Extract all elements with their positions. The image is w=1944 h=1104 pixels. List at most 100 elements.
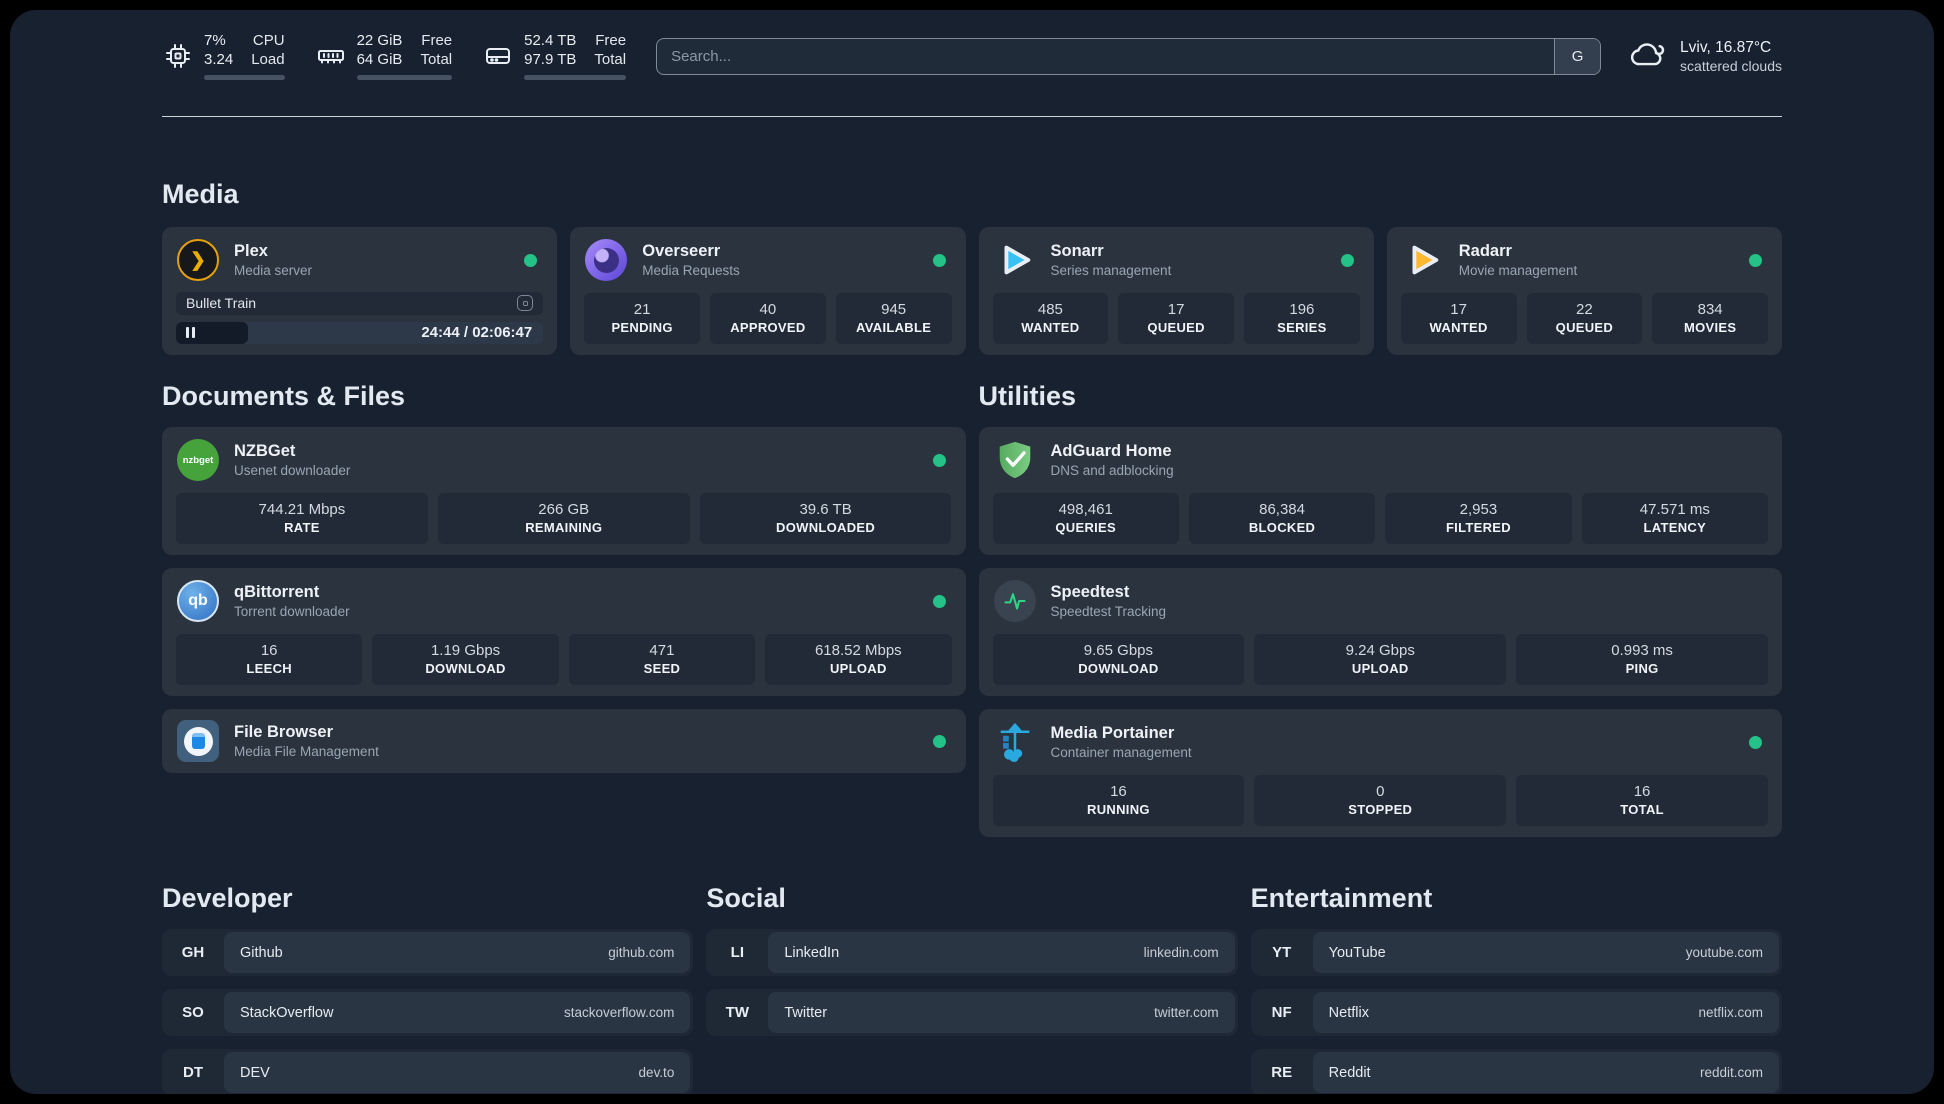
app-desc-qbittorrent: Torrent downloader xyxy=(234,604,350,619)
app-card-nzbget[interactable]: nzbget NZBGet Usenet downloader 744.21 M… xyxy=(162,427,966,555)
disk-icon xyxy=(482,40,514,72)
bookmark-url: github.com xyxy=(608,945,675,960)
overseerr-icon xyxy=(585,239,628,281)
stat-upload: 618.52 Mbps UPLOAD xyxy=(765,634,952,685)
bookmark-youtube[interactable]: YT YouTube youtube.com xyxy=(1250,929,1782,976)
bookmark-twitter[interactable]: TW Twitter twitter.com xyxy=(706,989,1238,1036)
app-card-filebrowser[interactable]: File Browser Media File Management xyxy=(162,709,966,773)
search-input[interactable] xyxy=(657,47,1555,65)
stat-wanted: 485 WANTED xyxy=(992,293,1109,344)
ram-icon xyxy=(315,40,347,72)
stat-queued: 17 QUEUED xyxy=(1118,293,1234,344)
bookmark-linkedin[interactable]: LI LinkedIn linkedin.com xyxy=(706,929,1238,976)
playback-progress: 24:44 / 02:06:47 xyxy=(176,321,544,344)
app-card-portainer[interactable]: Media Portainer Container management 16 R… xyxy=(978,709,1782,837)
bookmark-url: dev.to xyxy=(638,1065,675,1080)
status-dot xyxy=(932,453,946,467)
app-card-speedtest[interactable]: Speedtest Speedtest Tracking 9.65 Gbps DO… xyxy=(978,568,1782,696)
search-engine-button[interactable]: G xyxy=(1554,38,1601,74)
app-desc-radarr: Movie management xyxy=(1458,263,1578,278)
developer-bookmarks: GH Github github.com SO StackOverflow stac… xyxy=(162,929,694,1094)
section-title-documents: Documents & Files xyxy=(162,381,406,411)
app-name-radarr: Radarr xyxy=(1458,242,1512,260)
bookmark-stackoverflow[interactable]: SO StackOverflow stackoverflow.com xyxy=(162,989,694,1036)
app-card-adguard[interactable]: AdGuard Home DNS and adblocking 498,461 Q… xyxy=(978,427,1782,555)
app-name-portainer: Media Portainer xyxy=(1050,724,1175,742)
bookmark-abbr: DT xyxy=(183,1064,203,1081)
ram-free-value: 22 GiB xyxy=(356,32,403,49)
status-dot xyxy=(524,253,538,267)
cpu-stat: 7% CPU 3.24 Load xyxy=(162,32,285,80)
stat-remaining: 266 GB REMAINING xyxy=(437,493,690,544)
app-card-qbittorrent[interactable]: qb qBittorrent Torrent downloader 16 LEEC… xyxy=(162,568,966,696)
app-name-qbittorrent: qBittorrent xyxy=(234,583,320,601)
bookmark-abbr: GH xyxy=(181,944,205,961)
stat-upload: 9.24 Gbps UPLOAD xyxy=(1254,634,1507,685)
cpu-icon xyxy=(162,40,194,72)
stat-wanted: 17 WANTED xyxy=(1400,293,1517,344)
ram-progress-bar xyxy=(356,75,453,80)
portainer-icon xyxy=(993,720,1037,764)
qbittorrent-icon: qb xyxy=(177,580,219,622)
filebrowser-icon xyxy=(177,720,219,762)
cpu-label-1: CPU xyxy=(252,32,285,49)
app-card-radarr[interactable]: Radarr Movie management 17 WANTED 22 QUEUE… xyxy=(1386,227,1782,355)
session-icon xyxy=(517,295,534,312)
radarr-icon xyxy=(1401,238,1445,282)
app-desc-filebrowser: Media File Management xyxy=(234,744,379,759)
bookmark-github[interactable]: GH Github github.com xyxy=(162,929,694,976)
status-dot xyxy=(932,253,946,267)
app-name-plex: Plex xyxy=(234,242,268,260)
stat-total: 16 TOTAL xyxy=(1516,775,1768,826)
app-desc-portainer: Container management xyxy=(1050,745,1192,760)
bookmark-name: StackOverflow xyxy=(240,1004,334,1021)
ram-stat: 22 GiB Free 64 GiB Total xyxy=(315,32,453,80)
ram-total-value: 64 GiB xyxy=(356,51,403,68)
search-bar: G xyxy=(656,37,1602,75)
bookmark-dev[interactable]: DT DEV dev.to xyxy=(162,1049,694,1094)
disk-progress-bar xyxy=(524,75,627,80)
now-playing-bar: Bullet Train xyxy=(176,292,544,315)
bookmark-reddit[interactable]: RE Reddit reddit.com xyxy=(1250,1049,1782,1094)
app-card-overseerr[interactable]: Overseerr Media Requests 21 PENDING 40 APP… xyxy=(570,227,966,355)
bookmark-url: netflix.com xyxy=(1698,1005,1763,1020)
app-desc-plex: Media server xyxy=(234,263,313,278)
stat-pending: 21 PENDING xyxy=(584,293,700,344)
cpu-label-2: Load xyxy=(251,51,285,68)
stat-queued: 22 QUEUED xyxy=(1526,293,1643,344)
stat-latency: 47.571 ms LATENCY xyxy=(1581,493,1768,544)
app-name-filebrowser: File Browser xyxy=(234,723,334,741)
bookmark-url: linkedin.com xyxy=(1143,945,1219,960)
disk-total-value: 97.9 TB xyxy=(524,51,577,68)
app-desc-speedtest: Speedtest Tracking xyxy=(1050,604,1167,619)
cpu-load-value: 3.24 xyxy=(204,51,234,68)
hardware-stats: 7% CPU 3.24 Load 22 GiB Free 64 GiB Tota… xyxy=(162,32,627,80)
playback-time: 24:44 / 02:06:47 xyxy=(421,324,533,342)
bookmark-netflix[interactable]: NF Netflix netflix.com xyxy=(1250,989,1782,1036)
app-name-overseerr: Overseerr xyxy=(642,242,721,260)
section-title-media: Media xyxy=(162,179,239,209)
app-desc-nzbget: Usenet downloader xyxy=(234,463,351,478)
bookmark-url: twitter.com xyxy=(1154,1005,1219,1020)
weather-widget: Lviv, 16.87°C scattered clouds xyxy=(1629,38,1782,75)
status-dot xyxy=(1749,735,1762,749)
stat-filtered: 2,953 FILTERED xyxy=(1385,493,1572,544)
adguard-icon xyxy=(993,438,1037,482)
stat-running: 16 RUNNING xyxy=(992,775,1245,826)
stat-blocked: 86,384 BLOCKED xyxy=(1188,493,1376,544)
app-card-plex[interactable]: ❯ Plex Media server Bullet Train 24:44 /… xyxy=(162,227,558,355)
bookmark-url: youtube.com xyxy=(1685,945,1763,960)
app-desc-overseerr: Media Requests xyxy=(642,263,740,278)
disk-free-value: 52.4 TB xyxy=(524,32,577,49)
bookmark-name: Twitter xyxy=(784,1004,828,1021)
section-title-utilities: Utilities xyxy=(978,381,1077,411)
disk-label-1: Free xyxy=(595,32,627,49)
section-title-developer: Developer xyxy=(162,883,293,913)
cpu-progress-bar xyxy=(204,75,285,80)
pause-icon[interactable] xyxy=(186,327,195,339)
app-card-sonarr[interactable]: Sonarr Series management 485 WANTED 17 QUE… xyxy=(978,227,1374,355)
disk-stat: 52.4 TB Free 97.9 TB Total xyxy=(482,32,627,80)
weather-location-temp: Lviv, 16.87°C xyxy=(1680,38,1772,56)
topbar-divider xyxy=(162,116,1782,117)
app-name-nzbget: NZBGet xyxy=(234,442,296,460)
